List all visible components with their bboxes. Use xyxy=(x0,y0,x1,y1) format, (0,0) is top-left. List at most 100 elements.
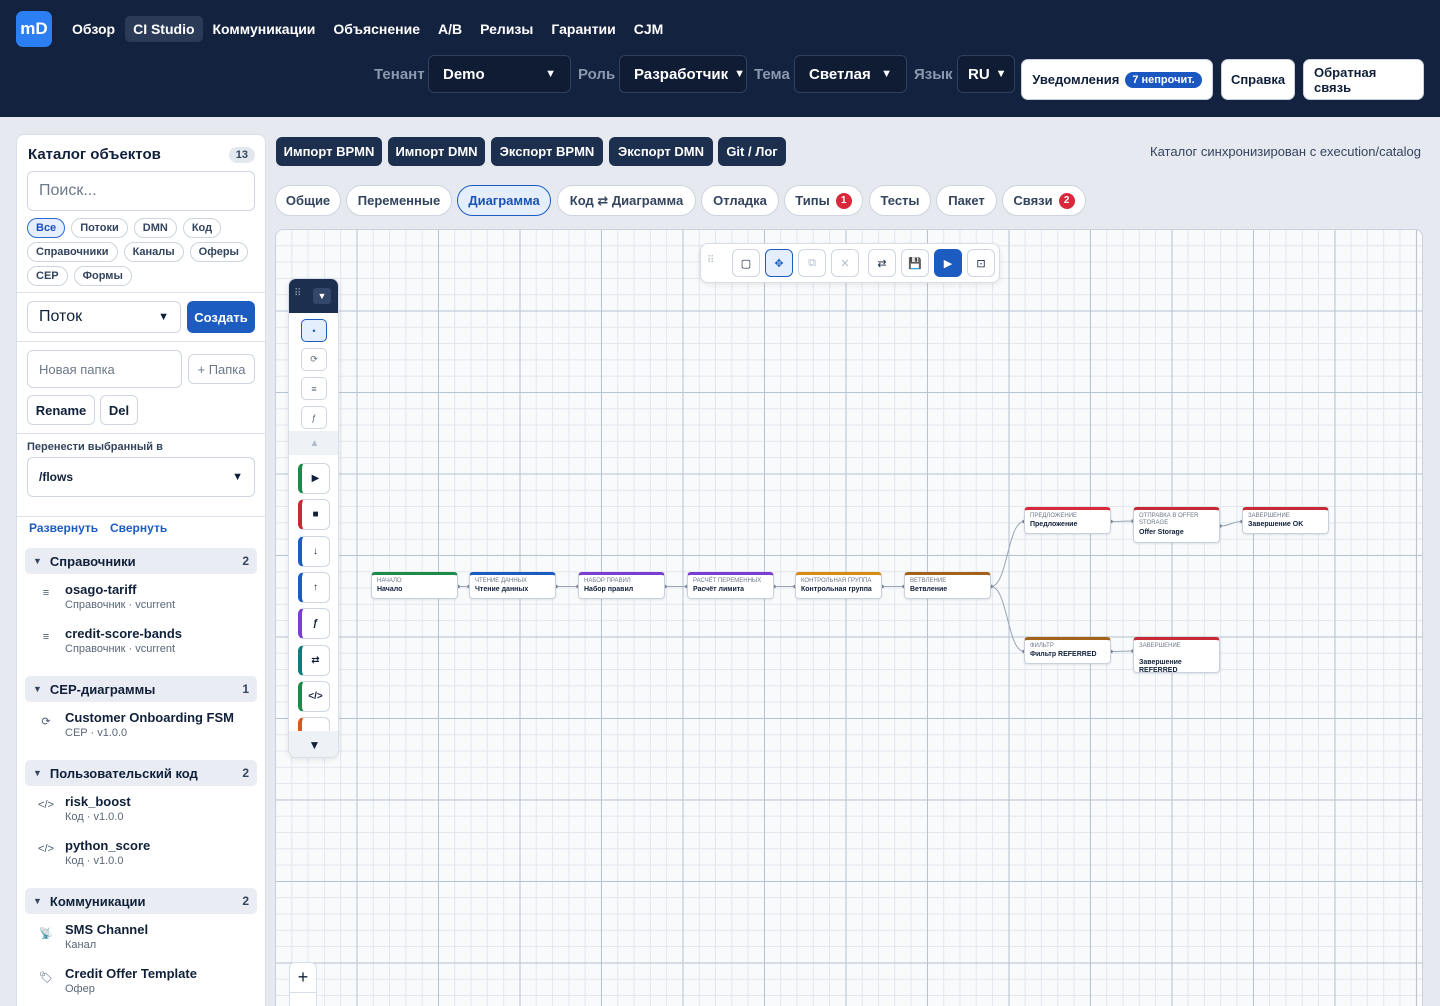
read-icon[interactable]: ↓ xyxy=(298,535,330,567)
save-icon[interactable]: 💾 xyxy=(901,249,929,277)
tab[interactable]: Тесты xyxy=(869,185,931,216)
diagram-edge[interactable] xyxy=(1110,650,1134,652)
nav-item[interactable]: Релизы xyxy=(472,16,541,42)
tab[interactable]: Типы 1 xyxy=(784,185,863,216)
tree-item[interactable]: ≡ credit-score-bands Справочник · vcurrent xyxy=(37,626,257,666)
tenant-select[interactable]: Demo ▼ xyxy=(428,55,571,93)
diagram-edge[interactable] xyxy=(1219,521,1243,527)
filter-chip[interactable]: Оферы xyxy=(189,242,248,262)
diagram-edge[interactable] xyxy=(990,586,1025,652)
copy-icon[interactable]: ⧉ xyxy=(798,249,826,277)
tab[interactable]: Переменные xyxy=(346,185,452,216)
new-folder-input[interactable]: Новая папка xyxy=(27,350,182,388)
tree-item[interactable]: </> python_score Код · v1.0.0 xyxy=(37,838,257,878)
function-icon[interactable]: ƒ xyxy=(301,406,327,429)
nav-item[interactable]: Объяснение xyxy=(325,16,428,42)
nav-item[interactable]: A/B xyxy=(430,16,470,42)
diagram-node[interactable]: ЧТЕНИЕ ДАННЫХ Чтение данных xyxy=(469,572,556,599)
nav-item[interactable]: Обзор xyxy=(64,16,123,42)
role-select[interactable]: Разработчик ▼ xyxy=(619,55,747,93)
filter-chip[interactable]: Формы xyxy=(73,266,132,286)
filter-chip[interactable]: Код xyxy=(182,218,222,238)
filter-chip[interactable]: Каналы xyxy=(123,242,184,262)
tree-item[interactable]: ≡ osago-tariff Справочник · vcurrent xyxy=(37,582,257,622)
action-button[interactable]: Импорт BPMN xyxy=(276,137,382,166)
tree-group-header[interactable]: ▼ Справочники 2 xyxy=(25,548,257,574)
zoom-in-button[interactable]: + xyxy=(290,963,316,993)
list-icon[interactable]: ≡ xyxy=(301,377,327,400)
swap-icon[interactable]: ⇄ xyxy=(298,644,330,676)
scroll-down-icon[interactable]: ▼ xyxy=(289,731,338,757)
tree-item[interactable]: 🏷 Credit Offer Template Офер xyxy=(37,966,257,1006)
filter-chip[interactable]: CEP xyxy=(27,266,68,286)
diagram-edge[interactable] xyxy=(1110,520,1134,522)
function-icon[interactable]: ƒ xyxy=(298,608,330,640)
filter-chip[interactable]: Все xyxy=(27,218,66,238)
delete-button[interactable]: Del xyxy=(100,395,138,425)
select-rect-icon[interactable]: ▢ xyxy=(732,249,760,277)
zoom-out-button[interactable]: − xyxy=(290,993,316,1006)
move-target-select[interactable]: /flows ▼ xyxy=(27,457,255,497)
swap-icon[interactable]: ⇄ xyxy=(868,249,896,277)
nav-item[interactable]: Коммуникации xyxy=(205,16,324,42)
chevron-down-icon[interactable]: ▼ xyxy=(313,288,331,304)
action-button[interactable]: Экспорт DMN xyxy=(609,137,713,166)
tab[interactable]: Пакет xyxy=(936,185,997,216)
delete-icon[interactable]: ✕ xyxy=(831,249,859,277)
dot-icon[interactable]: • xyxy=(301,319,327,342)
diagram-node[interactable]: РАСЧЁТ ПЕРЕМЕННЫХ Расчёт лимита xyxy=(687,572,774,599)
code-icon[interactable]: </> xyxy=(298,680,330,712)
filter-chip[interactable]: Потоки xyxy=(71,218,128,238)
rename-button[interactable]: Rename xyxy=(27,395,95,425)
tab[interactable]: Связи 2 xyxy=(1002,185,1086,216)
type-select[interactable]: Поток ▼ xyxy=(27,301,181,333)
search-input[interactable]: Поиск... xyxy=(27,171,255,211)
drag-handle-icon[interactable]: ⠿ xyxy=(707,255,721,266)
chevron-down-icon[interactable]: ▼ xyxy=(33,768,42,778)
help-button[interactable]: Справка xyxy=(1221,59,1295,100)
scroll-up-icon[interactable]: ▲ xyxy=(289,431,338,455)
nav-item[interactable]: Гарантии xyxy=(543,16,623,42)
diagram-node[interactable]: КОНТРОЛЬНАЯ ГРУППА Контрольная группа xyxy=(795,572,882,599)
tree-item[interactable]: 📡 SMS Channel Канал xyxy=(37,922,257,962)
tab[interactable]: Отладка xyxy=(701,185,779,216)
create-button[interactable]: Создать xyxy=(187,301,255,333)
chevron-down-icon[interactable]: ▼ xyxy=(33,684,42,694)
tab[interactable]: Код ⇄ Диаграмма xyxy=(557,185,696,216)
action-button[interactable]: Импорт DMN xyxy=(388,137,485,166)
theme-select[interactable]: Светлая ▼ xyxy=(794,55,907,93)
feedback-button[interactable]: Обратная связь xyxy=(1303,59,1424,100)
diagram-node[interactable]: ЗАВЕРШЕНИЕ Завершение REFERRED xyxy=(1133,637,1220,674)
diagram-node[interactable]: НАЧАЛО Начало xyxy=(371,572,458,599)
notifications-button[interactable]: Уведомления 7 непрочит. xyxy=(1021,59,1213,100)
nav-item[interactable]: CJM xyxy=(626,16,672,42)
cycle-icon[interactable]: ⟳ xyxy=(301,348,327,371)
tab[interactable]: Общие xyxy=(275,185,341,216)
drag-handle-icon[interactable]: ⠿ xyxy=(294,288,301,299)
fit-icon[interactable]: ⊡ xyxy=(967,249,995,277)
tab[interactable]: Диаграмма xyxy=(457,185,551,216)
lang-select[interactable]: RU ▼ xyxy=(957,55,1015,93)
diagram-node[interactable]: ФИЛЬТР Фильтр REFERRED xyxy=(1024,637,1111,664)
pan-icon[interactable]: ✥ xyxy=(765,249,793,277)
tree-group-header[interactable]: ▼ Коммуникации 2 xyxy=(25,888,257,914)
diagram-node[interactable]: ПРЕДЛОЖЕНИЕ Предложение xyxy=(1024,507,1111,534)
action-button[interactable]: Экспорт BPMN xyxy=(491,137,603,166)
collapse-all-link[interactable]: Свернуть xyxy=(110,521,167,535)
action-button[interactable]: Git / Лог xyxy=(718,137,786,166)
diagram-node[interactable]: ОТПРАВКА В OFFER STORAGE Offer Storage xyxy=(1133,507,1220,543)
start-icon[interactable]: ▶ xyxy=(298,463,330,494)
stop-icon[interactable]: ■ xyxy=(298,499,330,531)
diagram-node[interactable]: ЗАВЕРШЕНИЕ Завершение OK xyxy=(1242,507,1329,534)
diagram-edge[interactable] xyxy=(990,521,1025,587)
diagram-node[interactable]: ВЕТВЛЕНИЕ Ветвление xyxy=(904,572,991,599)
add-folder-button[interactable]: + Папка xyxy=(188,354,255,384)
nav-item[interactable]: CI Studio xyxy=(125,16,203,42)
filter-chip[interactable]: DMN xyxy=(133,218,177,238)
chevron-down-icon[interactable]: ▼ xyxy=(33,896,42,906)
tree-item[interactable]: ⟳ Customer Onboarding FSM CEP · v1.0.0 xyxy=(37,710,257,750)
diagram-node[interactable]: НАБОР ПРАВИЛ Набор правил xyxy=(578,572,665,599)
tree-group-header[interactable]: ▼ CEP-диаграммы 1 xyxy=(25,676,257,702)
tree-item[interactable]: </> risk_boost Код · v1.0.0 xyxy=(37,794,257,834)
chevron-down-icon[interactable]: ▼ xyxy=(33,556,42,566)
